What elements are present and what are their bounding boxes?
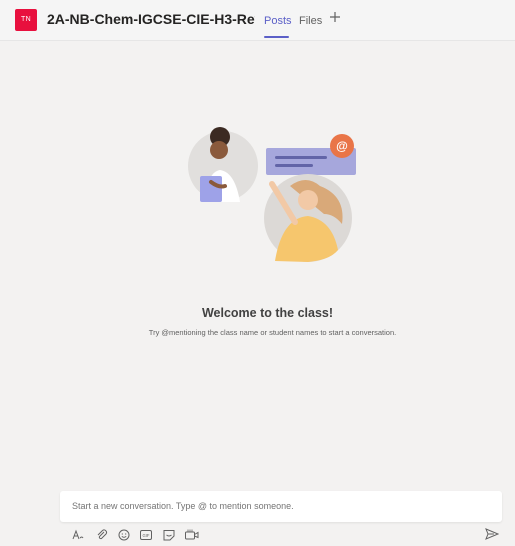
welcome-illustration: @ — [188, 127, 356, 262]
channel-header: TN 2A-NB-Chem-IGCSE-CIE-H3-Rev... Posts … — [0, 0, 515, 41]
active-tab-indicator — [264, 36, 289, 38]
tab-posts[interactable]: Posts — [264, 15, 292, 27]
emoji-icon[interactable] — [118, 528, 130, 541]
svg-text:@: @ — [336, 139, 348, 153]
compose-input[interactable] — [72, 501, 492, 511]
gif-icon[interactable]: GIF — [140, 528, 152, 540]
compose-box[interactable] — [60, 491, 502, 522]
team-name[interactable]: 2A-NB-Chem-IGCSE-CIE-H3-Rev... — [47, 11, 255, 27]
send-icon[interactable] — [485, 527, 500, 540]
format-icon[interactable] — [72, 528, 84, 540]
sticker-icon[interactable] — [163, 528, 175, 541]
welcome-subtitle: Try @mentioning the class name or studen… — [148, 328, 397, 337]
attach-icon[interactable] — [96, 528, 108, 540]
svg-text:GIF: GIF — [143, 533, 150, 538]
meet-now-icon[interactable] — [185, 528, 199, 540]
welcome-title: Welcome to the class! — [201, 306, 334, 320]
tab-files[interactable]: Files — [299, 15, 322, 27]
add-tab-icon[interactable] — [329, 8, 341, 26]
team-avatar[interactable]: TN — [15, 9, 37, 31]
